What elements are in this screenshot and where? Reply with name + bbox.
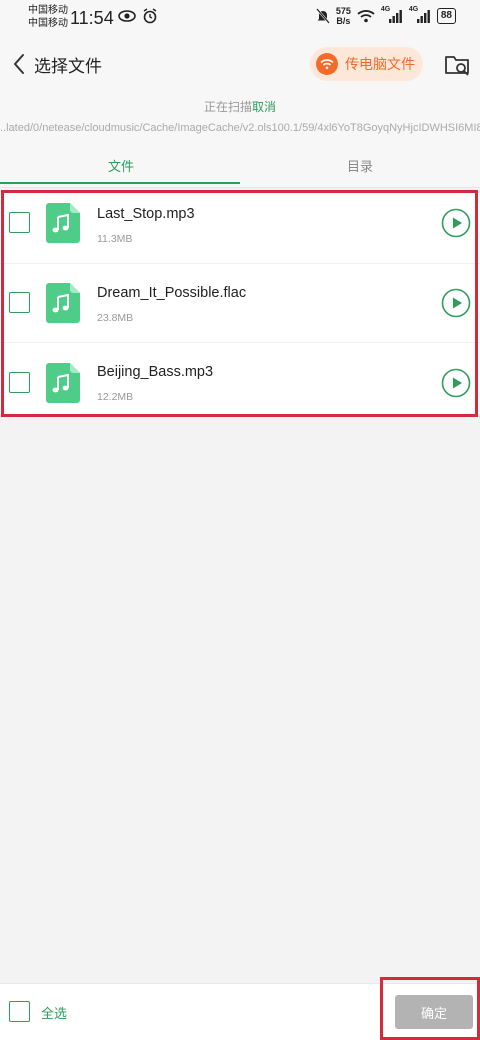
active-tab-indicator xyxy=(0,182,240,184)
bottom-bar: 全选 确定 xyxy=(0,983,480,1040)
file-name: Beijing_Bass.mp3 xyxy=(97,364,214,380)
scan-status-line: 正在扫描取消 xyxy=(0,98,480,115)
chevron-left-icon[interactable] xyxy=(10,52,30,76)
signal-1-icon: 4G xyxy=(381,6,403,24)
cancel-scan-link[interactable]: 取消 xyxy=(252,100,276,114)
battery-indicator: 88 xyxy=(436,8,456,24)
alarm-off-icon xyxy=(143,8,157,24)
scan-status-text: 正在扫描 xyxy=(203,100,252,114)
carrier-2: 中国移动 xyxy=(28,18,68,29)
status-time: 11:54 xyxy=(70,8,114,28)
carrier-1: 中国移动 xyxy=(28,5,68,16)
pc-transfer-button[interactable]: 传电脑文件 xyxy=(310,47,423,81)
file-list: Last_Stop.mp3 11.3MB Dream_It_Possible.f… xyxy=(0,190,480,414)
select-all-label[interactable]: 全选 xyxy=(41,1003,67,1022)
play-circle-icon[interactable] xyxy=(441,208,471,238)
play-circle-icon[interactable] xyxy=(441,288,471,318)
file-row[interactable]: Dream_It_Possible.flac 23.8MB xyxy=(0,263,480,341)
header: 选择文件 传电脑文件 xyxy=(0,36,480,92)
music-file-icon xyxy=(46,203,80,243)
file-checkbox[interactable] xyxy=(9,212,30,233)
file-row[interactable]: Beijing_Bass.mp3 12.2MB xyxy=(0,342,480,420)
play-circle-icon[interactable] xyxy=(441,368,471,398)
page-title: 选择文件 xyxy=(34,57,102,77)
signal-2-icon: 4G xyxy=(409,6,431,24)
confirm-button[interactable]: 确定 xyxy=(395,995,473,1029)
tab-bar: 文件 目录 xyxy=(0,148,480,188)
file-name: Dream_It_Possible.flac xyxy=(97,285,247,301)
status-icons-left xyxy=(118,8,158,24)
wifi-status-icon xyxy=(357,10,375,23)
file-size: 11.3MB xyxy=(97,233,133,245)
wifi-icon xyxy=(316,53,338,75)
pc-transfer-label: 传电脑文件 xyxy=(345,57,415,73)
music-file-icon xyxy=(46,363,80,403)
mute-bell-icon xyxy=(316,8,330,24)
folder-search-icon[interactable] xyxy=(443,50,471,78)
scan-path: ..lated/0/netease/cloudmusic/Cache/Image… xyxy=(0,122,480,134)
eye-icon xyxy=(118,10,136,22)
file-checkbox[interactable] xyxy=(9,372,30,393)
scan-status-area: 正在扫描取消 ..lated/0/netease/cloudmusic/Cach… xyxy=(0,92,480,148)
tab-files[interactable]: 文件 xyxy=(108,156,134,175)
file-size: 12.2MB xyxy=(97,391,134,403)
music-file-icon xyxy=(46,283,80,323)
file-name: Last_Stop.mp3 xyxy=(97,206,195,222)
tab-directory[interactable]: 目录 xyxy=(347,156,373,175)
status-icons-right: 575 B/s 4G 4G 88 xyxy=(316,6,456,26)
net-speed: 575 B/s xyxy=(335,6,351,26)
select-all-checkbox[interactable] xyxy=(9,1001,30,1022)
file-checkbox[interactable] xyxy=(9,292,30,313)
status-bar: 中国移动 中国移动 11:54 575 B/s 4G 4G 88 xyxy=(0,0,480,36)
file-size: 23.8MB xyxy=(97,312,134,324)
file-row[interactable]: Last_Stop.mp3 11.3MB xyxy=(0,190,480,268)
